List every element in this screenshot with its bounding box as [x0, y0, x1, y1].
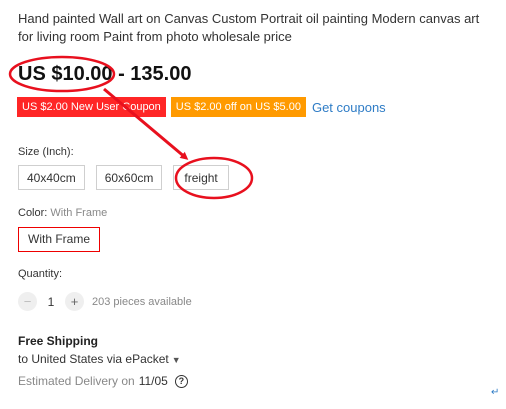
new-user-coupon-badge[interactable]: US $2.00 New User Coupon [17, 97, 166, 117]
size-option-freight[interactable]: freight [173, 165, 229, 190]
shipping-destination-text: to United States via ePacket [18, 352, 169, 366]
delivery-date: 11/05 [138, 374, 168, 388]
price-range: US $10.00 - 135.00 [18, 63, 192, 85]
coupon-row: US $2.00 New User Coupon US $2.00 off on… [17, 97, 386, 117]
question-circle-icon[interactable]: ? [174, 374, 188, 388]
return-arrow-icon: ↵ [491, 387, 500, 398]
quantity-value[interactable]: 1 [37, 295, 65, 309]
delivery-label: Estimated Delivery on [18, 374, 135, 388]
quantity-available: 203 pieces available [92, 295, 192, 308]
color-label: Color: With Frame [18, 207, 107, 219]
size-option-60x60[interactable]: 60x60cm [95, 165, 163, 190]
size-options: 40x40cm 60x60cm freight [18, 165, 229, 190]
quantity-stepper: − 1 + 203 pieces available [18, 292, 192, 311]
get-coupons-link[interactable]: Get coupons [312, 100, 386, 115]
color-option-with-frame[interactable]: With Frame [18, 227, 101, 252]
shipping-title: Free Shipping [18, 334, 99, 348]
estimated-delivery: Estimated Delivery on 11/05 ? [18, 374, 188, 388]
product-detail-panel: Hand painted Wall art on Canvas Custom P… [0, 0, 506, 409]
discount-coupon-badge[interactable]: US $2.00 off on US $5.00 [170, 97, 306, 117]
product-title: Hand painted Wall art on Canvas Custom P… [18, 11, 480, 44]
color-label-text: Color: [18, 207, 48, 219]
quantity-increase-button[interactable]: + [65, 292, 84, 311]
quantity-label: Quantity: [18, 268, 63, 280]
color-selected-value: With Frame [50, 207, 108, 219]
size-option-40x40[interactable]: 40x40cm [18, 165, 85, 190]
shipping-destination[interactable]: to United States via ePacket ▼ [18, 352, 181, 366]
size-label: Size (Inch): [18, 146, 74, 158]
quantity-decrease-button[interactable]: − [18, 292, 37, 311]
chevron-down-icon[interactable]: ▼ [172, 355, 181, 365]
